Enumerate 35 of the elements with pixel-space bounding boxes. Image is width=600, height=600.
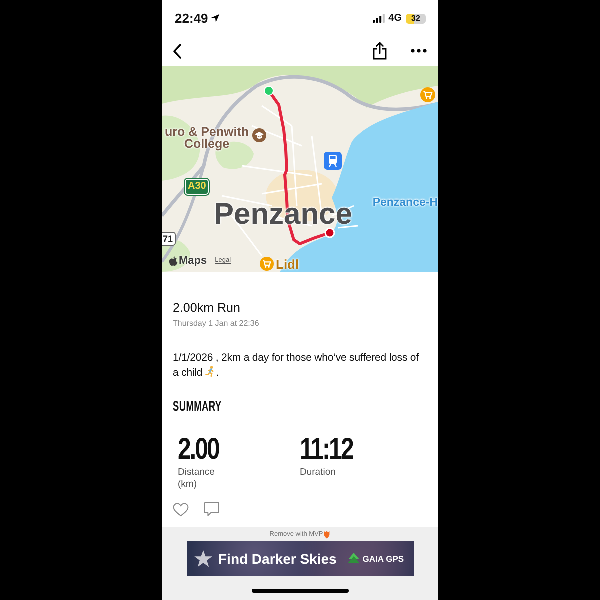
back-icon[interactable]	[173, 44, 182, 58]
apple-icon	[168, 256, 178, 266]
comment-icon[interactable]	[204, 502, 220, 517]
stat-value: 2.00	[178, 436, 219, 464]
road-sign: A30	[185, 179, 210, 195]
activity-description: 1/1/2026 , 2km a day for those who’ve suffered loss of a child .	[173, 351, 420, 381]
shopping-cart-icon[interactable]	[420, 88, 436, 102]
shopping-cart-icon[interactable]	[260, 257, 274, 271]
stat-label: Duration	[300, 467, 337, 479]
share-icon[interactable]	[373, 42, 387, 60]
shield-icon	[324, 530, 330, 538]
activity-date: Thursday 1 Jan at 22:36	[173, 319, 260, 329]
status-time: 22:49	[175, 12, 208, 26]
shop-label: Lidl	[276, 258, 300, 271]
graduation-cap-icon[interactable]	[252, 128, 266, 142]
stat-label: Distance (km)	[178, 467, 216, 491]
train-station-icon[interactable]	[324, 152, 342, 170]
ad-brand: GAIA GPS	[362, 554, 404, 564]
water-label: Penzance-H	[372, 197, 438, 209]
summary-heading: SUMMARY	[173, 399, 222, 413]
road-sign: 71	[162, 232, 176, 246]
mountain-icon	[348, 553, 360, 564]
maps-brand: Maps	[179, 255, 208, 267]
ad-banner[interactable]: Find Darker Skies GAIA GPS	[186, 541, 414, 576]
location-arrow-icon	[211, 14, 220, 23]
heart-icon[interactable]	[173, 502, 189, 516]
network-type: 4G	[388, 13, 402, 24]
activity-title: 2.00km Run	[173, 300, 242, 316]
signal-icon	[372, 14, 385, 23]
runner-icon	[205, 366, 216, 377]
star-icon	[194, 550, 212, 568]
place-label: uro & Penwith College	[164, 126, 250, 150]
ad-headline: Find Darker Skies	[218, 550, 337, 566]
more-icon[interactable]	[411, 49, 427, 53]
stat-value: 11:12	[300, 436, 353, 464]
